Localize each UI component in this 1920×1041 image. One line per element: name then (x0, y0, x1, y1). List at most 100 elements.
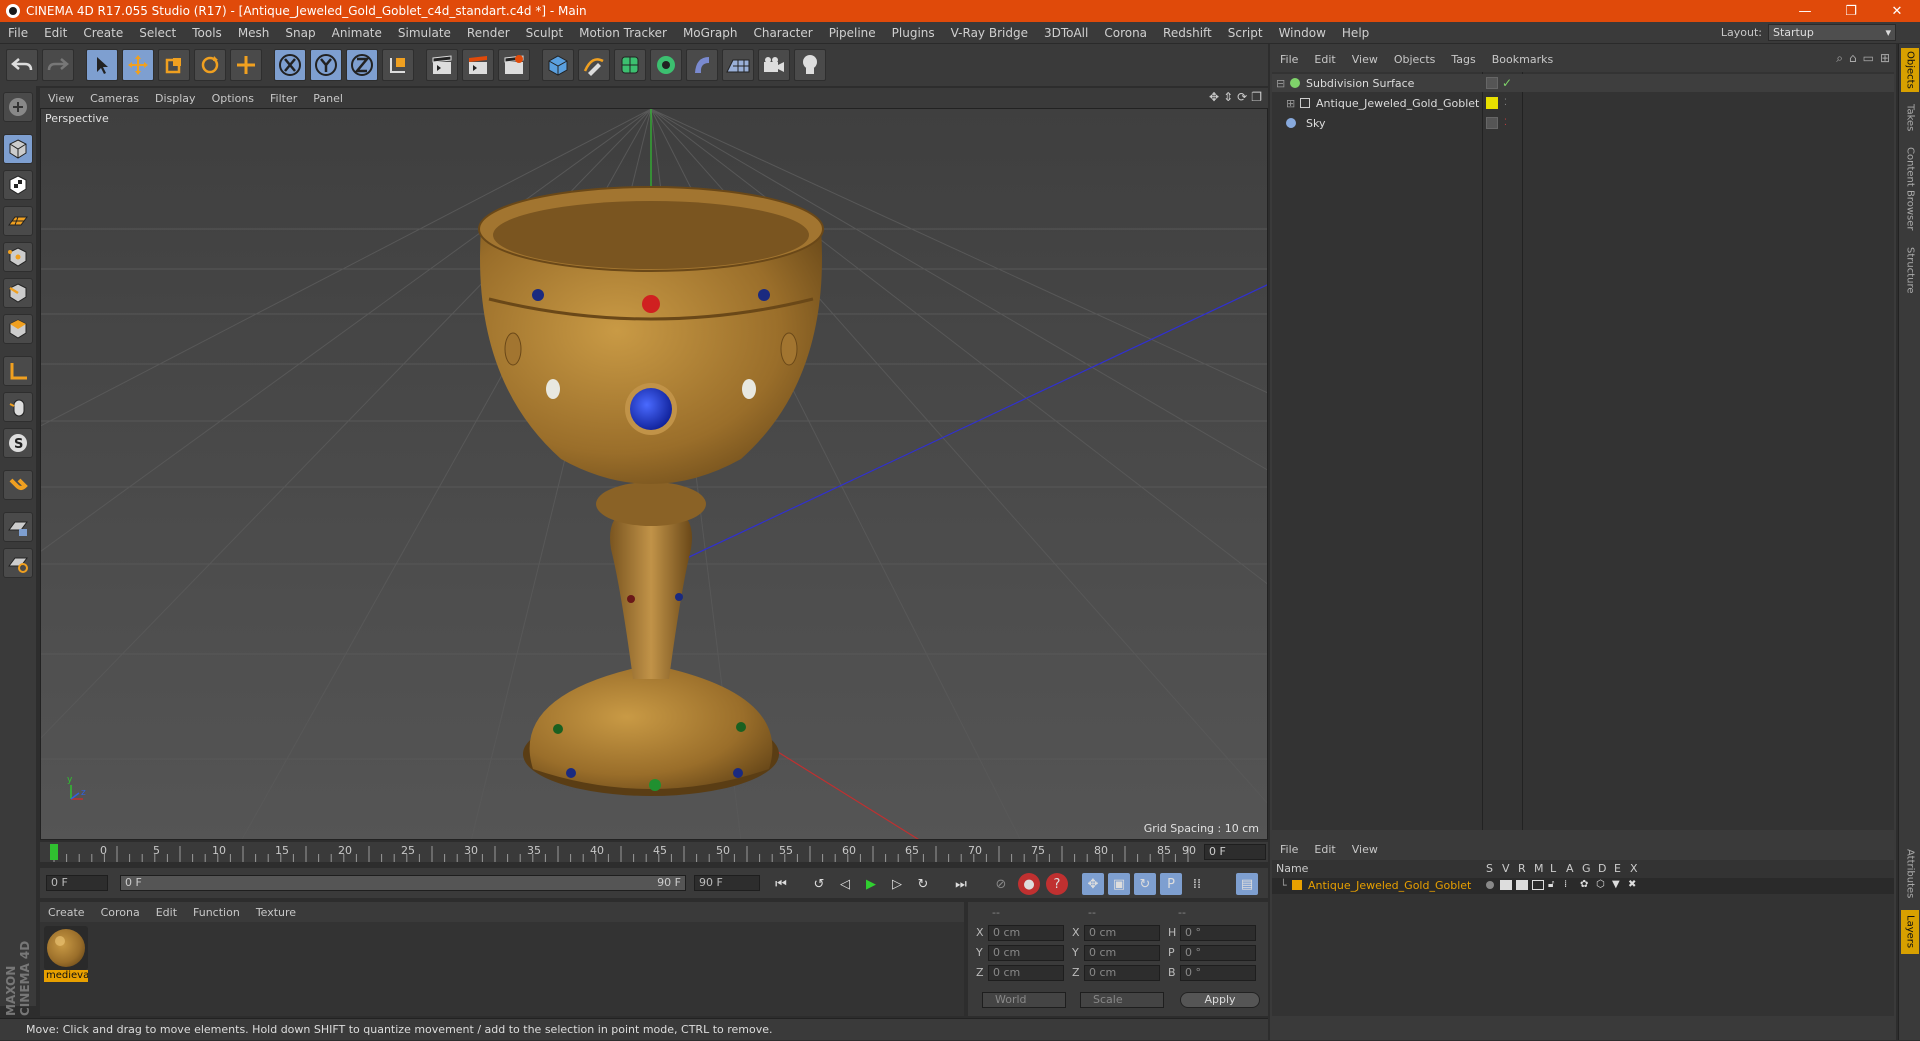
expressions-toggle-icon[interactable]: ▼ (1612, 879, 1620, 890)
menu-animate[interactable]: Animate (324, 26, 390, 40)
layer-color-icon[interactable] (1486, 97, 1498, 109)
start-frame-field[interactable]: 0 F (46, 875, 108, 891)
viewport-menu-view[interactable]: View (40, 92, 82, 105)
rot-b-field[interactable]: 0 ° (1180, 965, 1256, 981)
visibility-dots-icon[interactable]: ⁚ (1504, 118, 1507, 128)
key-rotation-icon[interactable]: ↻ (1134, 873, 1156, 895)
menu-help[interactable]: Help (1334, 26, 1377, 40)
timeline-ruler[interactable]: 0 5 10 15 20 25 30 35 40 45 50 55 60 65 … (40, 842, 1268, 862)
solo-button[interactable]: S (3, 428, 33, 458)
menu-sculpt[interactable]: Sculpt (518, 26, 571, 40)
add-subdivision-surface-button[interactable] (614, 49, 646, 81)
dolly-view-icon[interactable]: ⇕ (1223, 90, 1233, 104)
layers-menu-file[interactable]: File (1272, 843, 1306, 856)
add-deformer-button[interactable] (686, 49, 718, 81)
material-swatch[interactable] (44, 926, 88, 970)
generators-toggle-icon[interactable]: ✿ (1580, 879, 1588, 890)
make-editable-button[interactable] (3, 92, 33, 122)
size-mode-dropdown[interactable]: Scale (1080, 992, 1164, 1008)
layer-tag-icon[interactable] (1486, 77, 1498, 89)
objects-menu-file[interactable]: File (1272, 53, 1306, 66)
menu-mograph[interactable]: MoGraph (675, 26, 746, 40)
material-menu-texture[interactable]: Texture (248, 906, 304, 919)
add-floor-button[interactable] (722, 49, 754, 81)
menu-render[interactable]: Render (459, 26, 518, 40)
menu-snap[interactable]: Snap (277, 26, 323, 40)
texture-mode-button[interactable] (3, 170, 33, 200)
toggle-view-icon[interactable]: ❐ (1251, 90, 1262, 104)
maximize-button[interactable]: ❐ (1828, 0, 1874, 22)
menu-window[interactable]: Window (1271, 26, 1334, 40)
y-axis-lock-button[interactable] (310, 49, 342, 81)
edit-render-settings-button[interactable] (498, 49, 530, 81)
layout-dropdown[interactable]: Startup ▾ (1768, 24, 1896, 41)
menu-create[interactable]: Create (75, 26, 131, 40)
deformers-toggle-icon[interactable]: ⬡ (1596, 879, 1605, 890)
go-to-end-icon[interactable]: ⏭ (950, 873, 972, 895)
axis-mode-button[interactable] (3, 356, 33, 386)
frame-range-slider[interactable]: 0 F 90 F (120, 875, 686, 891)
pos-y-field[interactable]: 0 cm (988, 945, 1064, 961)
menu-plugins[interactable]: Plugins (884, 26, 943, 40)
rot-h-field[interactable]: 0 ° (1180, 925, 1256, 941)
tab-content-browser[interactable]: Content Browser (1901, 144, 1919, 234)
autokey-icon[interactable]: ● (1018, 873, 1040, 895)
objects-menu-view[interactable]: View (1344, 53, 1386, 66)
menu-select[interactable]: Select (131, 26, 184, 40)
material-menu-function[interactable]: Function (185, 906, 248, 919)
menu-mesh[interactable]: Mesh (230, 26, 278, 40)
rotate-tool-button[interactable] (194, 49, 226, 81)
pos-x-field[interactable]: 0 cm (988, 925, 1064, 941)
solo-toggle-icon[interactable] (1486, 881, 1494, 889)
previous-key-icon[interactable]: ↺ (808, 873, 830, 895)
redo-button[interactable] (42, 49, 74, 81)
menu-motion-tracker[interactable]: Motion Tracker (571, 26, 675, 40)
menu-pipeline[interactable]: Pipeline (821, 26, 884, 40)
add-cube-button[interactable] (542, 49, 574, 81)
menu-script[interactable]: Script (1220, 26, 1271, 40)
viewport-menu-display[interactable]: Display (147, 92, 204, 105)
manager-toggle-icon[interactable] (1532, 880, 1544, 890)
menu-simulate[interactable]: Simulate (390, 26, 459, 40)
material-menu-edit[interactable]: Edit (148, 906, 185, 919)
object-row[interactable]: ⊞ Antique_Jeweled_Gold_Goblet ⁚ (1272, 94, 1894, 112)
tab-structure[interactable]: Structure (1901, 242, 1919, 298)
size-z-field[interactable]: 0 cm (1084, 965, 1160, 981)
viewport-menu-panel[interactable]: Panel (305, 92, 351, 105)
play-icon[interactable]: ▶ (860, 873, 882, 895)
menu-character[interactable]: Character (745, 26, 820, 40)
snap-button[interactable] (3, 470, 33, 500)
object-row[interactable]: ⊟ Subdivision Surface ✓ (1272, 74, 1894, 92)
layer-name[interactable]: Antique_Jeweled_Gold_Goblet (1308, 879, 1471, 892)
add-spline-pen-button[interactable] (578, 49, 610, 81)
polygons-mode-button[interactable] (3, 314, 33, 344)
lock-toggle-icon[interactable]: 🔓︎ (1548, 879, 1554, 890)
menu-corona[interactable]: Corona (1096, 26, 1155, 40)
view-toggle-icon[interactable] (1500, 880, 1512, 890)
key-scale-icon[interactable]: ▣ (1108, 873, 1130, 895)
scale-tool-button[interactable] (158, 49, 190, 81)
layer-row[interactable]: └ Antique_Jeweled_Gold_Goblet 🔓︎ ⁞ ✿ ⬡ ▼… (1272, 878, 1894, 894)
apply-button[interactable]: Apply (1180, 992, 1260, 1008)
layers-menu-view[interactable]: View (1344, 843, 1386, 856)
tab-takes[interactable]: Takes (1901, 100, 1919, 136)
size-y-field[interactable]: 0 cm (1084, 945, 1160, 961)
new-window-icon[interactable]: ▭ (1863, 51, 1874, 66)
add-mograph-cloner-button[interactable] (650, 49, 682, 81)
orbit-view-icon[interactable]: ⟳ (1237, 90, 1247, 104)
go-to-start-icon[interactable]: ⏮ (770, 873, 792, 895)
previous-frame-icon[interactable]: ◁ (834, 873, 856, 895)
coordinate-system-button[interactable] (382, 49, 414, 81)
minimize-button[interactable]: — (1782, 0, 1828, 22)
workplane-align-button[interactable] (3, 548, 33, 578)
tab-layers[interactable]: Layers (1901, 910, 1919, 954)
model-mode-button[interactable] (3, 134, 33, 164)
rot-p-field[interactable]: 0 ° (1180, 945, 1256, 961)
end-frame-field[interactable]: 90 F (694, 875, 760, 891)
size-x-field[interactable]: 0 cm (1084, 925, 1160, 941)
expand-icon[interactable]: ⊞ (1880, 51, 1890, 66)
objects-menu-objects[interactable]: Objects (1386, 53, 1444, 66)
menu-redshift[interactable]: Redshift (1155, 26, 1220, 40)
objects-menu-edit[interactable]: Edit (1306, 53, 1343, 66)
pan-view-icon[interactable]: ✥ (1209, 90, 1219, 104)
